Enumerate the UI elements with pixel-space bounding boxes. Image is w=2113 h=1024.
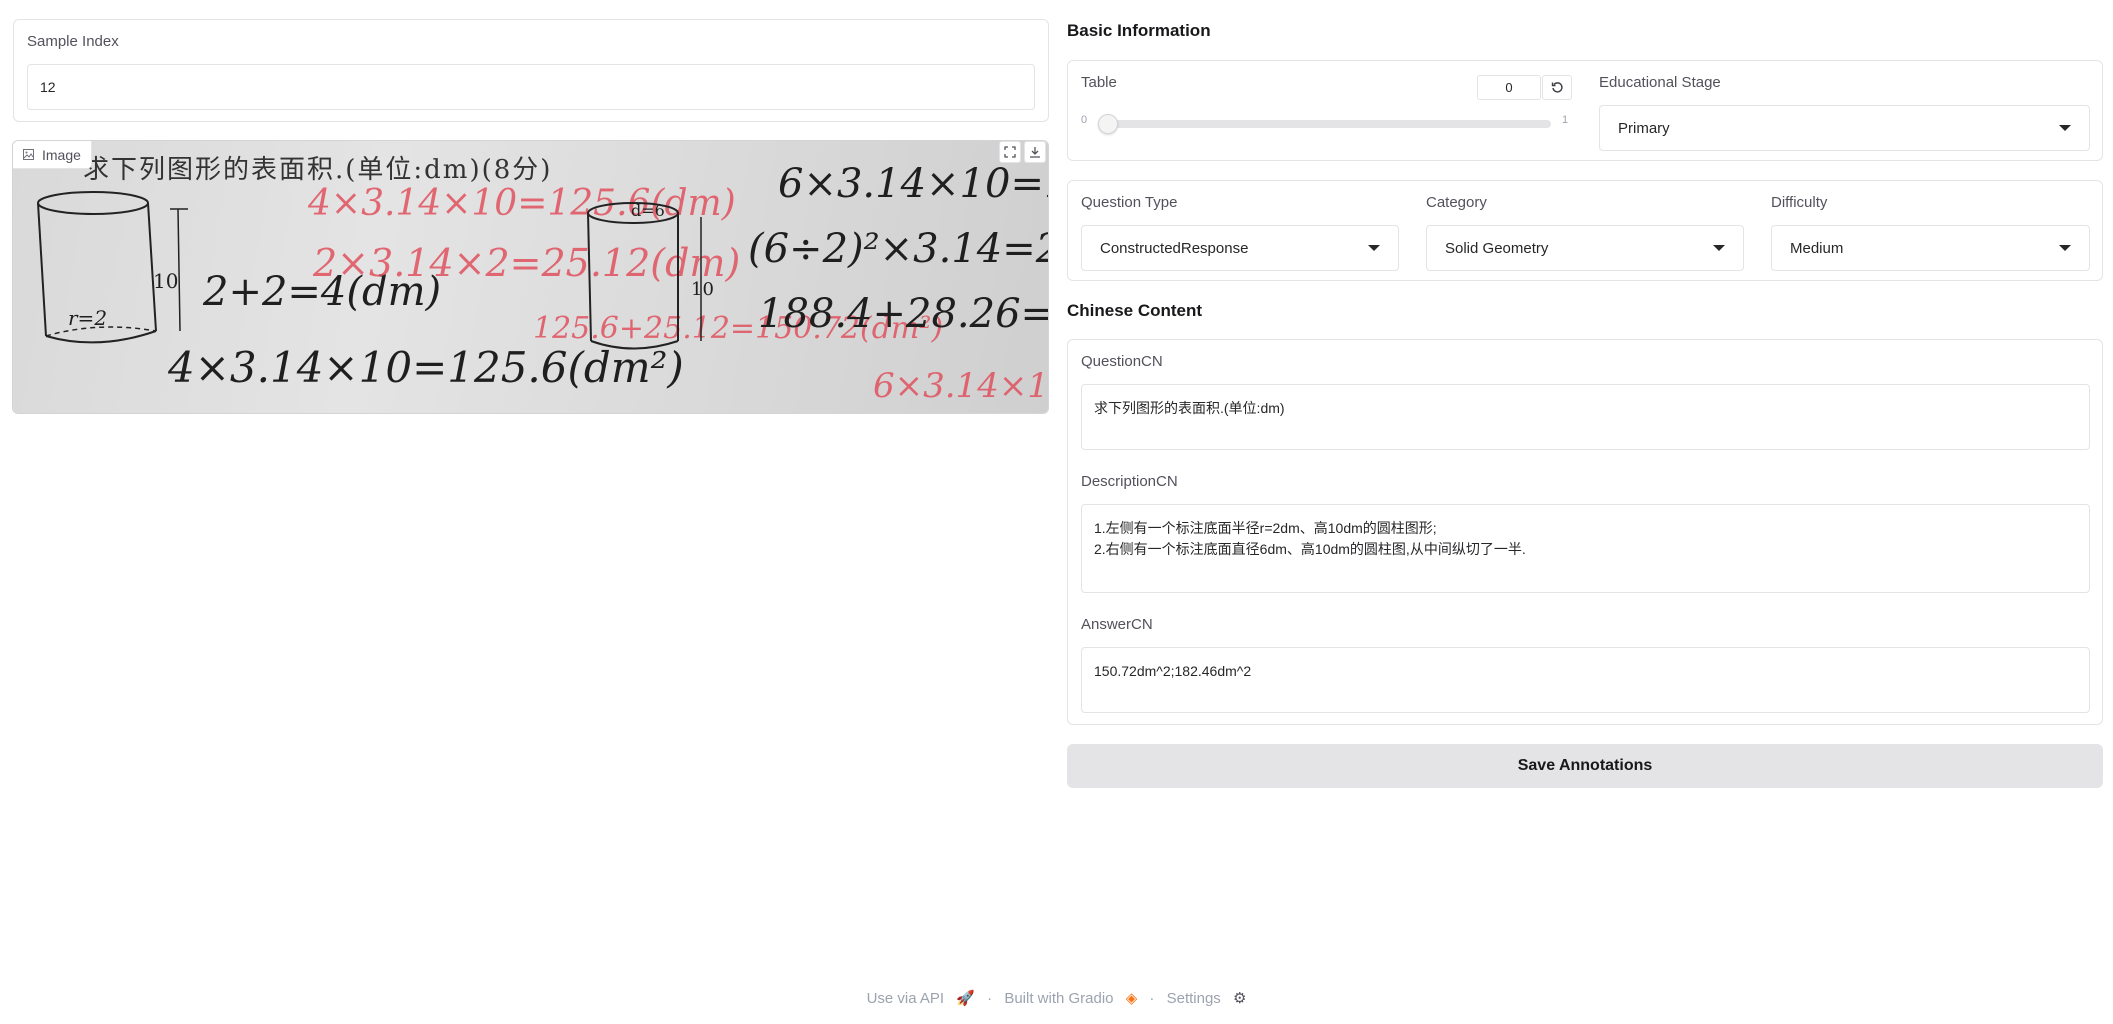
image-label-badge: Image [13,141,92,169]
left-radius-label: r=2 [68,306,108,330]
description-cn-label: DescriptionCN [1081,473,1178,490]
download-icon[interactable] [1024,141,1046,163]
description-cn-textarea[interactable]: 1.左侧有一个标注底面半径r=2dm、高10dm的圆柱图形; 2.右侧有一个标注… [1081,504,2090,593]
category-label: Category [1426,194,1487,211]
image-icon [23,149,34,160]
category-dropdown[interactable]: Solid Geometry [1426,225,1744,271]
gear-icon: ⚙ [1232,990,1247,1007]
table-stage-panel: Table 0 0 1 Educational Stage Primary [1067,60,2103,161]
answer-cn-label: AnswerCN [1081,616,1153,633]
table-slider-min: 0 [1081,114,1088,126]
question-cn-label: QuestionCN [1081,353,1163,370]
question-type-dropdown[interactable]: ConstructedResponse [1081,225,1399,271]
rocket-icon: 🚀 [956,990,975,1007]
use-via-api-link[interactable]: Use via API [867,990,945,1007]
chevron-down-icon [1713,245,1725,251]
table-label: Table [1081,74,1117,91]
settings-link[interactable]: Settings [1167,990,1221,1007]
chevron-down-icon [1368,245,1380,251]
educational-stage-value: Primary [1618,119,1670,137]
difficulty-dropdown[interactable]: Medium [1771,225,2090,271]
chinese-content-title: Chinese Content [1067,301,1203,320]
table-slider-max: 1 [1562,114,1569,126]
difficulty-value: Medium [1790,239,1844,257]
right-height-label: 10 [691,279,714,300]
chevron-down-icon [2059,245,2071,251]
footer-separator: · [1149,990,1155,1007]
left-height-label: 10 [153,269,179,293]
basic-information-title: Basic Information [1067,21,1211,40]
category-value: Solid Geometry [1445,239,1549,257]
footer: Use via API 🚀 · Built with Gradio ◈ · Se… [0,989,2113,1007]
table-slider-track[interactable] [1104,120,1551,128]
classification-panel: Question Type ConstructedResponse Catego… [1067,180,2103,281]
difficulty-label: Difficulty [1771,194,1828,211]
fullscreen-icon[interactable] [999,141,1021,163]
worksheet-image: 求下列图形的表面积.(单位:dm)(8分) r=2 10 2+2=4(dm) 4… [13,141,1049,413]
sample-index-label: Sample Index [27,33,119,50]
question-type-label: Question Type [1081,194,1178,211]
chinese-content-panel: QuestionCN 求下列图形的表面积.(单位:dm) Description… [1067,339,2103,725]
right-calc-1: 6×3.14×10=188 [778,161,1048,207]
built-with-gradio-link[interactable]: Built with Gradio [1004,990,1113,1007]
right-calc-2: (6÷2)²×3.14=28 [748,226,1048,272]
image-label: Image [42,146,81,163]
reset-icon[interactable] [1542,75,1572,100]
sample-index-panel: Sample Index 12 [13,19,1049,122]
sample-index-input[interactable]: 12 [27,64,1035,110]
gradio-logo-icon: ◈ [1125,990,1138,1007]
educational-stage-label: Educational Stage [1599,74,1721,91]
table-slider-thumb[interactable] [1098,114,1118,134]
right-calc-3: 188.4+28.26=21 [758,291,1049,337]
right-diameter-label: d=6 [631,201,665,220]
table-number-input[interactable]: 0 [1477,75,1541,100]
save-annotations-button[interactable]: Save Annotations [1067,744,2103,788]
question-cn-textarea[interactable]: 求下列图形的表面积.(单位:dm) [1081,384,2090,450]
printed-question: 求下列图形的表面积.(单位:dm)(8分) [83,155,553,185]
footer-separator: · [987,990,993,1007]
image-panel: 求下列图形的表面积.(单位:dm)(8分) r=2 10 2+2=4(dm) 4… [12,140,1049,414]
question-type-value: ConstructedResponse [1100,239,1249,257]
red-calc-4: 6×3.14×10=2 [873,366,1049,406]
answer-cn-textarea[interactable]: 150.72dm^2;182.46dm^2 [1081,647,2090,713]
chevron-down-icon [2059,125,2071,131]
educational-stage-dropdown[interactable]: Primary [1599,105,2090,151]
